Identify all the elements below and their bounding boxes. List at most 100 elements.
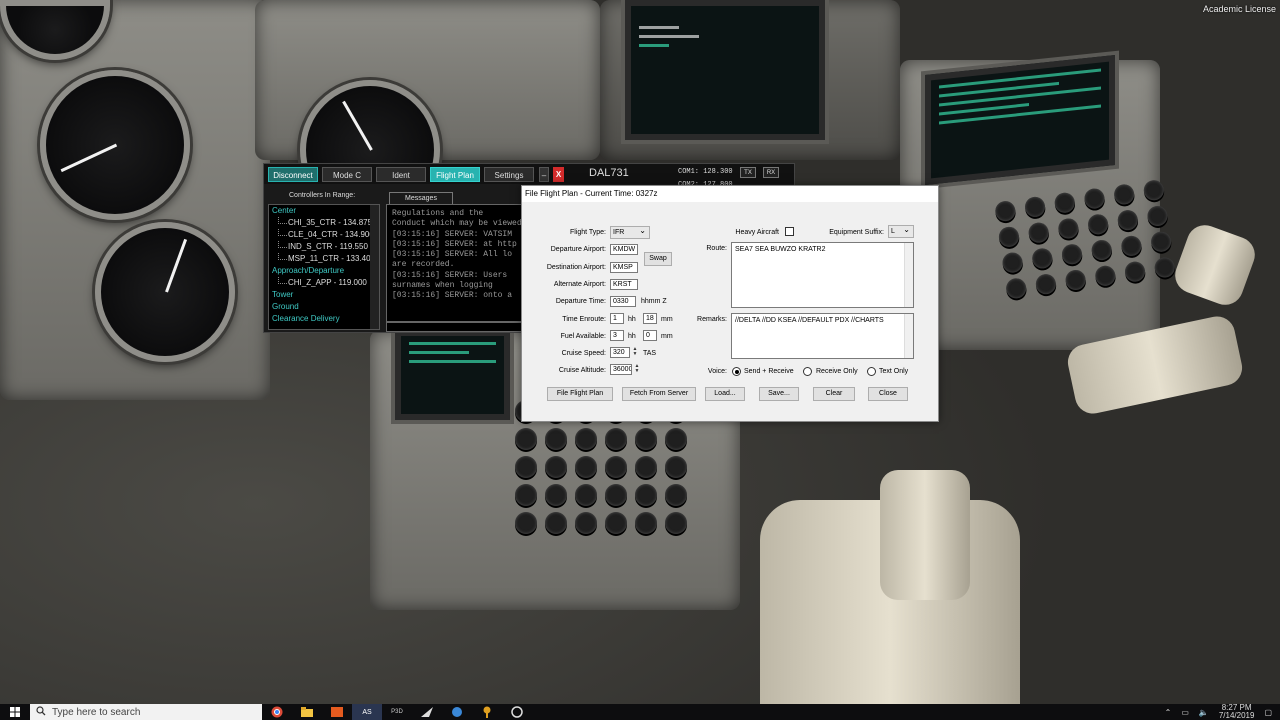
- fuel-minutes-unit: mm: [661, 333, 673, 340]
- volume-icon[interactable]: 🔈: [1199, 708, 1209, 717]
- remarks-label: Remarks:: [697, 316, 727, 323]
- alternate-input[interactable]: KRST: [610, 279, 638, 290]
- departure-label: Departure Airport:: [550, 246, 606, 253]
- app-icon-pin[interactable]: [472, 704, 502, 720]
- enroute-hours-unit: hh: [628, 316, 636, 323]
- heavy-aircraft-checkbox[interactable]: [785, 227, 794, 236]
- app-icon-obs[interactable]: [502, 704, 532, 720]
- controllers-scrollbar[interactable]: [370, 205, 379, 329]
- route-text: SEA7 SEA BUWZO KRATR2: [735, 246, 826, 253]
- taskbar-search[interactable]: Type here to search: [30, 704, 262, 720]
- voice-text-only-radio[interactable]: [867, 367, 876, 376]
- notifications-icon[interactable]: ▢: [1264, 708, 1272, 717]
- cruise-speed-unit: TAS: [643, 350, 657, 357]
- close-dialog-button[interactable]: Close: [868, 387, 908, 401]
- flight-plan-button[interactable]: Flight Plan: [430, 167, 480, 182]
- cruise-altitude-label: Cruise Altitude:: [558, 367, 606, 374]
- stab-trim-lever: [880, 470, 970, 600]
- right-cdu-display: [925, 55, 1115, 185]
- controller-category: Center: [272, 206, 297, 215]
- settings-button[interactable]: Settings: [484, 167, 534, 182]
- remarks-textarea[interactable]: //DELTA //DD KSEA //DEFAULT PDX //CHARTS: [731, 313, 914, 359]
- mode-c-button[interactable]: Mode C: [322, 167, 372, 182]
- remarks-text: //DELTA //DD KSEA //DEFAULT PDX //CHARTS: [735, 317, 884, 324]
- controllers-list[interactable]: Center CHI_35_CTR - 134.875 CLE_04_CTR - 1…: [268, 204, 380, 330]
- flight-type-select[interactable]: IFR: [610, 225, 650, 239]
- app-icon-plane[interactable]: [412, 704, 442, 720]
- enroute-minutes-input[interactable]: 18: [643, 313, 657, 324]
- clock-date: 7/14/2019: [1218, 711, 1255, 720]
- close-button[interactable]: X: [553, 167, 564, 182]
- controllers-title: Controllers In Range:: [289, 192, 356, 199]
- departure-input[interactable]: KMDW: [610, 244, 638, 255]
- chrome-icon[interactable]: [262, 704, 292, 720]
- controller-category: Approach/Departure: [272, 266, 345, 275]
- controller-item[interactable]: IND_S_CTR - 119.550: [269, 241, 379, 253]
- alternate-label: Alternate Airport:: [553, 281, 606, 288]
- fuel-minutes-input[interactable]: 0: [643, 330, 657, 341]
- flap-lever: [1170, 220, 1260, 310]
- voice-receive-only-radio[interactable]: [803, 367, 812, 376]
- voice-label: Voice:: [707, 368, 727, 375]
- fetch-from-server-button[interactable]: Fetch From Server: [622, 387, 696, 401]
- heavy-aircraft-label: Heavy Aircraft: [735, 229, 779, 236]
- route-scrollbar[interactable]: [904, 243, 913, 307]
- controller-item[interactable]: CLE_04_CTR - 134.900: [269, 229, 379, 241]
- app-icon-orange[interactable]: [322, 704, 352, 720]
- system-tray: ⌃ ▭ 🔈 8:27 PM 7/14/2019 ▢: [1165, 704, 1272, 720]
- remarks-scrollbar[interactable]: [904, 314, 913, 358]
- disconnect-button[interactable]: Disconnect: [268, 167, 318, 182]
- enroute-minutes-unit: mm: [661, 316, 673, 323]
- fuel-available-label: Fuel Available:: [560, 333, 606, 340]
- license-watermark: Academic License: [1202, 4, 1276, 14]
- cruise-altitude-input[interactable]: 36000: [610, 364, 632, 375]
- tx-indicator: TX: [740, 167, 756, 178]
- cruise-altitude-spinner[interactable]: ▲ ▼: [633, 364, 641, 375]
- rx-indicator: RX: [763, 167, 779, 178]
- equipment-suffix-select[interactable]: L: [888, 224, 914, 238]
- route-textarea[interactable]: SEA7 SEA BUWZO KRATR2: [731, 242, 914, 308]
- controller-item[interactable]: CHI_Z_APP - 119.000: [269, 277, 379, 289]
- p3d-icon[interactable]: P3D: [382, 704, 412, 720]
- swap-button[interactable]: Swap: [644, 252, 672, 266]
- controller-item[interactable]: MSP_11_CTR - 133.400: [269, 253, 379, 265]
- save-button[interactable]: Save...: [759, 387, 799, 401]
- chronometer-gauge: [95, 222, 235, 362]
- search-icon: [36, 706, 46, 718]
- vertical-speed-gauge: [40, 70, 190, 220]
- voice-send-receive-radio[interactable]: [732, 367, 741, 376]
- left-cdu-display: [395, 330, 510, 420]
- destination-input[interactable]: KMSP: [610, 262, 638, 273]
- eicas-display: [625, 0, 825, 140]
- cruise-speed-spinner[interactable]: ▲ ▼: [631, 347, 639, 358]
- windows-start-icon[interactable]: [0, 704, 30, 720]
- tray-chevron-icon[interactable]: ⌃: [1165, 708, 1172, 717]
- network-icon[interactable]: ▭: [1181, 708, 1189, 717]
- com1-frequency: COM1: 128.300: [678, 168, 733, 176]
- flight-plan-dialog: File Flight Plan - Current Time: 0327z F…: [521, 185, 939, 422]
- file-explorer-icon[interactable]: [292, 704, 322, 720]
- app-icon-globe[interactable]: [442, 704, 472, 720]
- controller-item[interactable]: CHI_35_CTR - 134.875: [269, 217, 379, 229]
- client-toolbar: Disconnect Mode C Ident Flight Plan Sett…: [264, 164, 794, 189]
- load-button[interactable]: Load...: [705, 387, 745, 401]
- voice-receive-only-label: Receive Only: [816, 368, 858, 375]
- departure-time-input[interactable]: 0330: [610, 296, 636, 307]
- ident-button[interactable]: Ident: [376, 167, 426, 182]
- taskbar: Type here to search AS P3D ⌃ ▭ 🔈 8:27 PM…: [0, 704, 1280, 720]
- route-label: Route:: [706, 245, 727, 252]
- cruise-speed-label: Cruise Speed:: [561, 350, 606, 357]
- clock[interactable]: 8:27 PM 7/14/2019: [1219, 704, 1255, 720]
- fuel-hours-input[interactable]: 3: [610, 330, 624, 341]
- enroute-hours-input[interactable]: 1: [610, 313, 624, 324]
- file-flight-plan-button[interactable]: File Flight Plan: [547, 387, 613, 401]
- minimize-button[interactable]: –: [539, 167, 549, 182]
- clear-button[interactable]: Clear: [813, 387, 855, 401]
- callsign: DAL731: [589, 167, 629, 179]
- controller-category: Clearance Delivery: [272, 314, 340, 323]
- equipment-suffix-label: Equipment Suffix:: [829, 229, 884, 236]
- cruise-speed-input[interactable]: 320: [610, 347, 630, 358]
- app-icon-as[interactable]: AS: [352, 704, 382, 720]
- time-enroute-label: Time Enroute:: [562, 316, 606, 323]
- departure-time-unit: hhmm Z: [641, 298, 667, 305]
